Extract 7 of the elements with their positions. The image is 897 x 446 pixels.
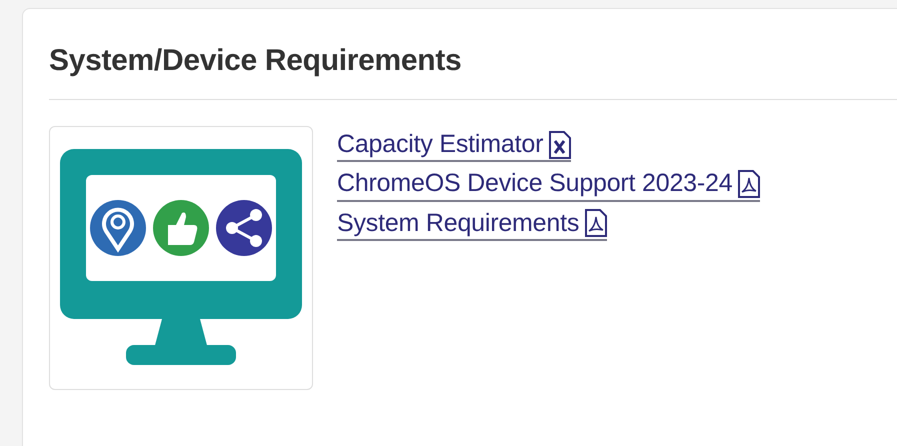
pdf-file-icon bbox=[738, 170, 760, 198]
document-link[interactable]: System Requirements bbox=[337, 208, 608, 241]
section-title: System/Device Requirements bbox=[49, 43, 462, 79]
document-link[interactable]: Capacity Estimator bbox=[337, 129, 572, 162]
pdf-file-icon bbox=[585, 209, 608, 238]
document-link[interactable]: ChromeOS Device Support 2023-24 bbox=[337, 168, 760, 202]
spreadsheet-file-icon bbox=[549, 130, 572, 159]
